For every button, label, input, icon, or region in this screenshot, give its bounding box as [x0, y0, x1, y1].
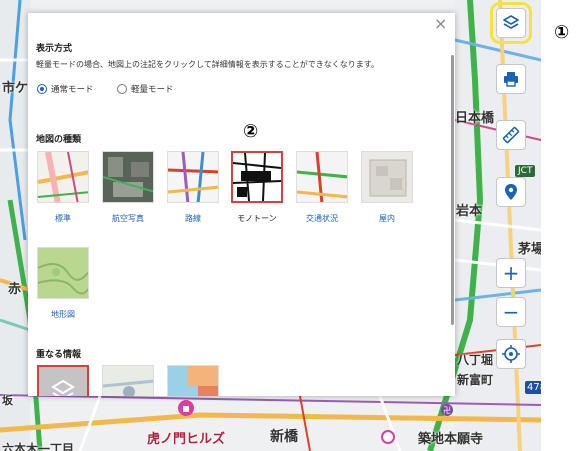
radio-label: 通常モード [51, 85, 94, 95]
monotone-map-preview [233, 153, 281, 201]
terrain-map-preview [38, 263, 88, 295]
callout-one: ① [554, 22, 570, 43]
print-icon [504, 72, 518, 87]
overlay-preview [188, 366, 218, 396]
map-label-iwamoto: 岩本 [456, 204, 483, 219]
map-label-ban: 坂 [2, 394, 13, 407]
route-map-preview [168, 152, 218, 202]
radio-label: 軽量モード [131, 85, 174, 95]
map-label-shintomi: 新富町 [457, 373, 494, 387]
map-label-tsukiji: 築地本願寺 [418, 432, 484, 447]
indoor-map-preview [369, 159, 407, 197]
map-type-monotone-thumb[interactable] [231, 151, 283, 203]
map-label-roppongi: 六本木一丁目 [2, 442, 75, 451]
overlay-none-thumb[interactable] [37, 365, 89, 396]
map-label-shimbashi: 新橋 [270, 429, 298, 445]
zoom-out-button[interactable]: − [496, 297, 526, 327]
display-mode-title: 表示方式 [36, 44, 73, 54]
radio-indicator[interactable] [117, 84, 127, 94]
jct-badge: JCT [515, 165, 536, 177]
map-label-toranomon-hills: 虎ノ門ヒルズ [147, 432, 226, 447]
measure-button[interactable] [496, 120, 526, 150]
map-type-indoor-thumb[interactable] [361, 151, 413, 203]
map-type-indoor-label[interactable]: 屋内 [357, 213, 417, 224]
map-type-route-label[interactable]: 路線 [163, 213, 223, 224]
zoom-in-button[interactable]: + [496, 258, 526, 288]
radio-normal-mode[interactable]: 通常モード [37, 83, 94, 95]
map-types-title: 地図の種類 [36, 135, 82, 145]
map-type-route-thumb[interactable] [167, 151, 219, 203]
traffic-map-preview [297, 152, 347, 202]
shopping-icon [178, 400, 194, 416]
map-type-traffic-label[interactable]: 交通状況 [292, 213, 352, 224]
station-marker-icon [381, 430, 395, 444]
map-type-monotone-label[interactable]: モノトーン [227, 213, 287, 224]
map-settings-dialog: × 表示方式 軽量モードの場合、地図上の注記をクリックして詳細情報を表示すること… [28, 13, 455, 396]
map-type-terrain-thumb[interactable] [37, 247, 89, 299]
close-button[interactable]: × [434, 16, 447, 32]
svg-text:卍: 卍 [443, 406, 451, 415]
map-type-standard-label[interactable]: 標準 [33, 213, 93, 224]
ruler-icon [502, 126, 520, 144]
pin-icon [505, 184, 517, 200]
map-label-kaya: 茅場 [518, 242, 541, 257]
route-badge: 478 [525, 381, 541, 394]
overlay-preview [103, 379, 153, 396]
map-type-standard-thumb[interactable] [37, 151, 89, 203]
map-type-aerial-label[interactable]: 航空写真 [98, 213, 158, 224]
aerial-map-preview [103, 157, 153, 197]
radio-indicator[interactable] [37, 84, 47, 94]
map-label-hatchobori: 八丁堀 [457, 353, 494, 367]
map-type-aerial-thumb[interactable] [102, 151, 154, 203]
overlay-title: 重なる情報 [36, 350, 82, 360]
layers-icon [51, 379, 75, 396]
target-icon [502, 345, 520, 363]
map-label-nihonbashi: 日本橋 [455, 111, 495, 126]
callout-two: ② [243, 121, 259, 142]
location-pin-button[interactable] [496, 177, 526, 207]
map-label-aka: 赤 [8, 282, 22, 297]
print-button[interactable] [496, 64, 526, 94]
map-type-traffic-thumb[interactable] [296, 151, 348, 203]
overlay-option-thumb[interactable] [102, 365, 154, 396]
layers-button[interactable] [490, 2, 532, 44]
radio-light-mode[interactable]: 軽量モード [117, 83, 174, 95]
standard-map-preview [38, 152, 88, 202]
layers-icon [503, 15, 519, 29]
display-mode-description: 軽量モードの場合、地図上の注記をクリックして詳細情報を表示することができなくなり… [36, 60, 379, 69]
current-location-button[interactable] [496, 339, 526, 369]
dialog-scrollbar[interactable] [451, 55, 454, 325]
temple-icon: 卍 [441, 404, 453, 416]
map-label-shiba: 市ケ [2, 81, 29, 96]
map-type-terrain-label[interactable]: 地形図 [33, 309, 93, 320]
overlay-option-thumb[interactable] [167, 365, 219, 396]
